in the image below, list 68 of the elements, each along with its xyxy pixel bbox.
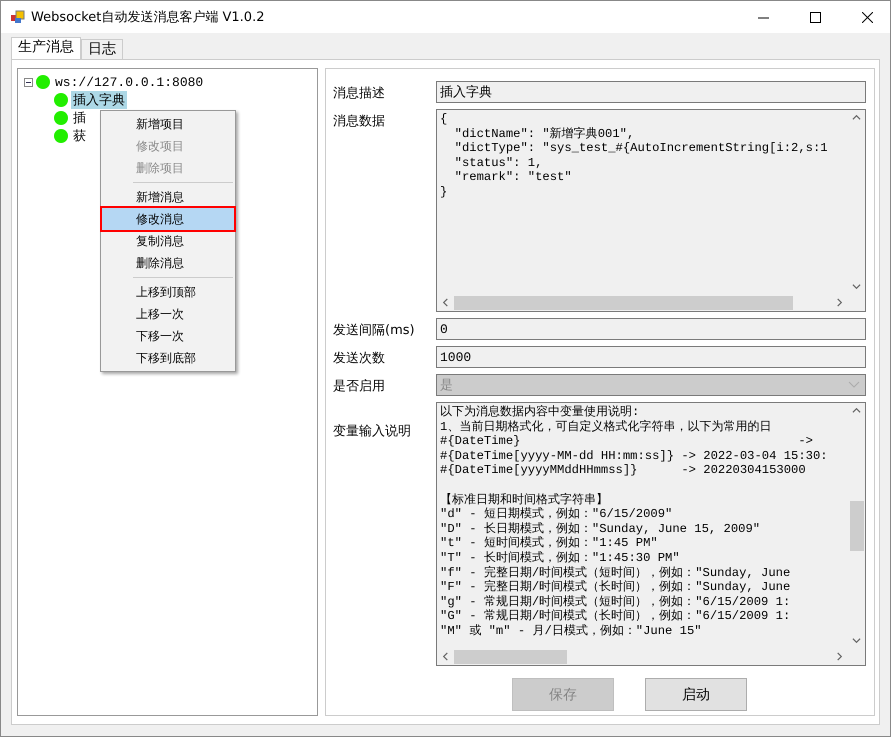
field-label: 发送间隔(ms): [333, 322, 416, 339]
text-line: 1、当前日期格式化，可自定义格式化字符串，以下为常用的日: [440, 420, 772, 434]
scroll-left-icon[interactable]: [441, 652, 450, 661]
text-line: "dictType": "sys_test_#{AutoIncrementString[i:2,s:1: [454, 141, 829, 156]
scroll-thumb[interactable]: [850, 500, 864, 550]
scroll-left-icon[interactable]: [441, 298, 450, 307]
text-line: "dictName": "新增字典001",: [454, 126, 636, 142]
field-label: 消息描述: [333, 85, 386, 102]
action-button[interactable]: 启动: [645, 678, 747, 711]
close-icon[interactable]: [862, 12, 872, 22]
tree-item[interactable]: ws://127.0.0.1:8080: [53, 74, 206, 90]
status-dot: [54, 93, 68, 107]
menu-item[interactable]: 新增消息: [102, 186, 234, 208]
text-line: }: [440, 184, 448, 200]
menu-item[interactable]: 下移一次: [102, 325, 234, 347]
scroll-up-icon[interactable]: [852, 406, 861, 415]
field-label: 变量输入说明: [333, 423, 412, 440]
scroll-right-icon[interactable]: [835, 652, 844, 661]
tab[interactable]: 日志: [81, 39, 123, 59]
text-area[interactable]: [436, 402, 866, 666]
collapse-icon[interactable]: [24, 78, 33, 86]
app-icon: [11, 10, 25, 24]
tab[interactable]: 生产消息: [11, 37, 81, 59]
text-line: "F" - 完整日期/时间模式（长时间），例如："Sunday, June: [440, 580, 792, 595]
text-line: "t" - 短时间模式，例如："1:45 PM": [440, 536, 659, 551]
text-line: 【标准日期和时间格式字符串】: [440, 492, 609, 507]
menu-item[interactable]: 修改消息: [102, 208, 234, 230]
text-line: "f" - 完整日期/时间模式（短时间），例如："Sunday, June: [440, 566, 792, 580]
scroll-thumb[interactable]: [454, 296, 794, 310]
status-dot: [54, 129, 68, 143]
status-dot: [54, 111, 68, 125]
text-field[interactable]: 插入字典: [436, 81, 866, 103]
text-line: "D" - 长日期模式，例如："Sunday, June 15, 2009": [440, 522, 762, 536]
menu-item[interactable]: 下移到底部: [102, 347, 234, 369]
text-line: "status": 1,: [454, 156, 544, 170]
tree-item[interactable]: 插: [71, 109, 88, 127]
tree-item[interactable]: 获: [71, 127, 88, 145]
text-line: "M" 或 "m" - 月/日模式，例如："June 15": [440, 624, 703, 638]
scroll-thumb[interactable]: [454, 650, 568, 664]
window-title: Websocket自动发送消息客户端 V1.0.2: [31, 9, 266, 26]
menu-item[interactable]: 新增项目: [102, 113, 234, 135]
text-line: #{DateTime} ->: [440, 434, 814, 449]
scroll-right-icon[interactable]: [835, 298, 844, 307]
text-line: {: [440, 112, 448, 127]
menu-item[interactable]: 上移一次: [102, 303, 234, 325]
menu-item[interactable]: 复制消息: [102, 230, 234, 252]
scroll-up-icon[interactable]: [852, 113, 861, 122]
scroll-down-icon[interactable]: [852, 636, 861, 645]
text-line: "g" - 常规日期/时间模式（短时间），例如："6/15/2009 1:: [440, 594, 792, 609]
text-line: #{DateTime[yyyy-MM-dd HH:mm:ss]} -> 2022-03-04 15:30:: [440, 448, 829, 464]
field-label: 消息数据: [333, 113, 386, 130]
text-area[interactable]: { "dictName": "新增字典001", "dictType": "sys_test_#{AutoIncrementString[i:2,s:1 "status": 1, "remark": "test" }: [436, 109, 866, 312]
menu-item[interactable]: 上移到顶部: [102, 281, 234, 303]
text-field[interactable]: 0: [436, 318, 866, 340]
scroll-down-icon[interactable]: [852, 282, 861, 291]
text-field[interactable]: 1000: [436, 346, 866, 368]
field-label: 是否启用: [333, 378, 386, 395]
text-line: "G" - 常规日期/时间模式（长时间），例如："6/15/2009 1:: [440, 609, 792, 624]
field-label: 发送次数: [333, 350, 386, 367]
text-line: "remark": "test": [454, 170, 573, 185]
text-line: #{DateTime[yyyyMMddHHmmss]} -> 20220304153000: [440, 463, 807, 478]
text-line: "T" - 长时间模式，例如："1:45:30 PM": [440, 550, 681, 566]
status-dot: [36, 75, 50, 89]
maximize-icon[interactable]: [810, 12, 820, 22]
text-line: "d" - 短日期模式，例如："6/15/2009": [440, 507, 674, 522]
menu-item[interactable]: 删除消息: [102, 252, 234, 274]
tree-item[interactable]: 插入字典: [71, 91, 127, 109]
text-line: 以下为消息数据内容中变量使用说明:: [440, 405, 640, 420]
